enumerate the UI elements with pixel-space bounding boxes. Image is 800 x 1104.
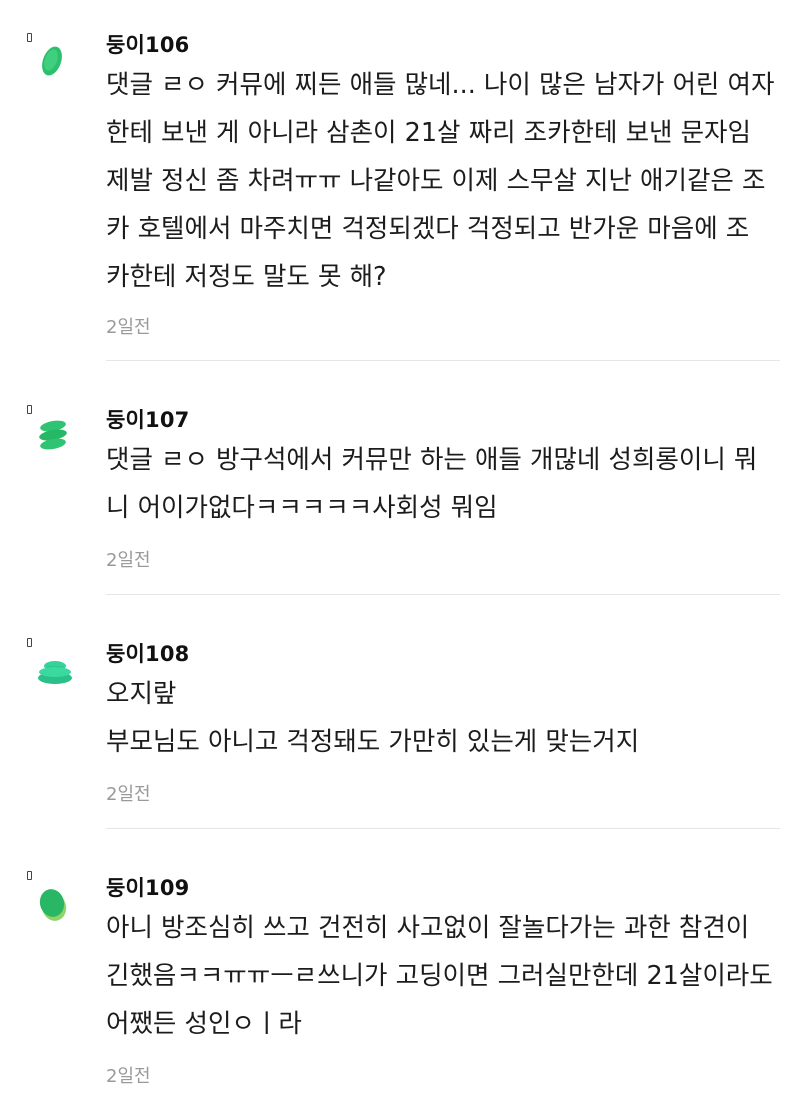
comment-body: 오지랖 부모님도 아니고 걱정돼도 가만히 있는게 맞는거지	[106, 670, 782, 766]
comment-timestamp: 2일전	[106, 784, 151, 805]
green-stack-icon[interactable]	[36, 418, 70, 452]
comment-nickname[interactable]: 둥이109	[106, 872, 189, 902]
comment-divider	[106, 360, 780, 361]
green-leaf-icon[interactable]	[36, 44, 68, 78]
comment-timestamp: 2일전	[106, 550, 151, 571]
green-oval-icon[interactable]	[36, 886, 70, 922]
comment-line: 한테 보낸 게 아니라 삼촌이 21살 짜리 조카한테 보낸 문자임	[106, 118, 751, 148]
comment-body: 아니 방조심히 쓰고 건전히 사고없이 잘놀다가는 과한 참견이 긴했음ㅋㅋㅠㅠ…	[106, 904, 782, 1048]
comment-line: 니 어이가없다ㅋㅋㅋㅋㅋ사회성 뭐임	[106, 493, 498, 523]
comment-line: 어쨌든 성인ㅇㅣ라	[106, 1009, 302, 1039]
comment-line: 부모님도 아니고 걱정돼도 가만히 있는게 맞는거지	[106, 727, 640, 757]
comment-line: 댓글 ㄹㅇ 방구석에서 커뮤만 하는 애들 개많네 성희롱이니 뭐	[106, 445, 758, 475]
comment-line: 긴했음ㅋㅋㅠㅠㅡㄹ쓰니가 고딩이면 그러실만한데 21살이라도	[106, 961, 773, 991]
comment-body: 댓글 ㄹㅇ 방구석에서 커뮤만 하는 애들 개많네 성희롱이니 뭐 니 어이가없…	[106, 436, 782, 532]
comment-line: 카 호텔에서 마주치면 걱정되겠다 걱정되고 반가운 마음에 조	[106, 214, 750, 244]
comment-body: 댓글 ㄹㅇ 커뮤에 찌든 애들 많네... 나이 많은 남자가 어린 여자 한테…	[106, 61, 782, 301]
comment-nickname[interactable]: 둥이108	[106, 638, 189, 668]
bullet-marker	[27, 405, 32, 414]
bullet-marker	[27, 638, 32, 647]
comment-divider	[106, 828, 780, 829]
comment-nickname[interactable]: 둥이106	[106, 29, 189, 59]
comment-line: 아니 방조심히 쓰고 건전히 사고없이 잘놀다가는 과한 참견이	[106, 913, 750, 943]
comment-divider	[106, 594, 780, 595]
comment-line: 카한테 저정도 말도 못 해?	[106, 262, 387, 292]
bullet-marker	[27, 871, 32, 880]
comment-line: 오지랖	[106, 679, 177, 709]
comment-line: 제발 정신 좀 차려ㅠㅠ 나같아도 이제 스무살 지난 애기같은 조	[106, 166, 766, 196]
comment-line: 댓글 ㄹㅇ 커뮤에 찌든 애들 많네... 나이 많은 남자가 어린 여자	[106, 70, 775, 100]
comment-timestamp: 2일전	[106, 1066, 151, 1087]
comment-nickname[interactable]: 둥이107	[106, 404, 189, 434]
green-spool-icon[interactable]	[36, 658, 74, 686]
comment-timestamp: 2일전	[106, 317, 151, 338]
bullet-marker	[27, 33, 32, 42]
